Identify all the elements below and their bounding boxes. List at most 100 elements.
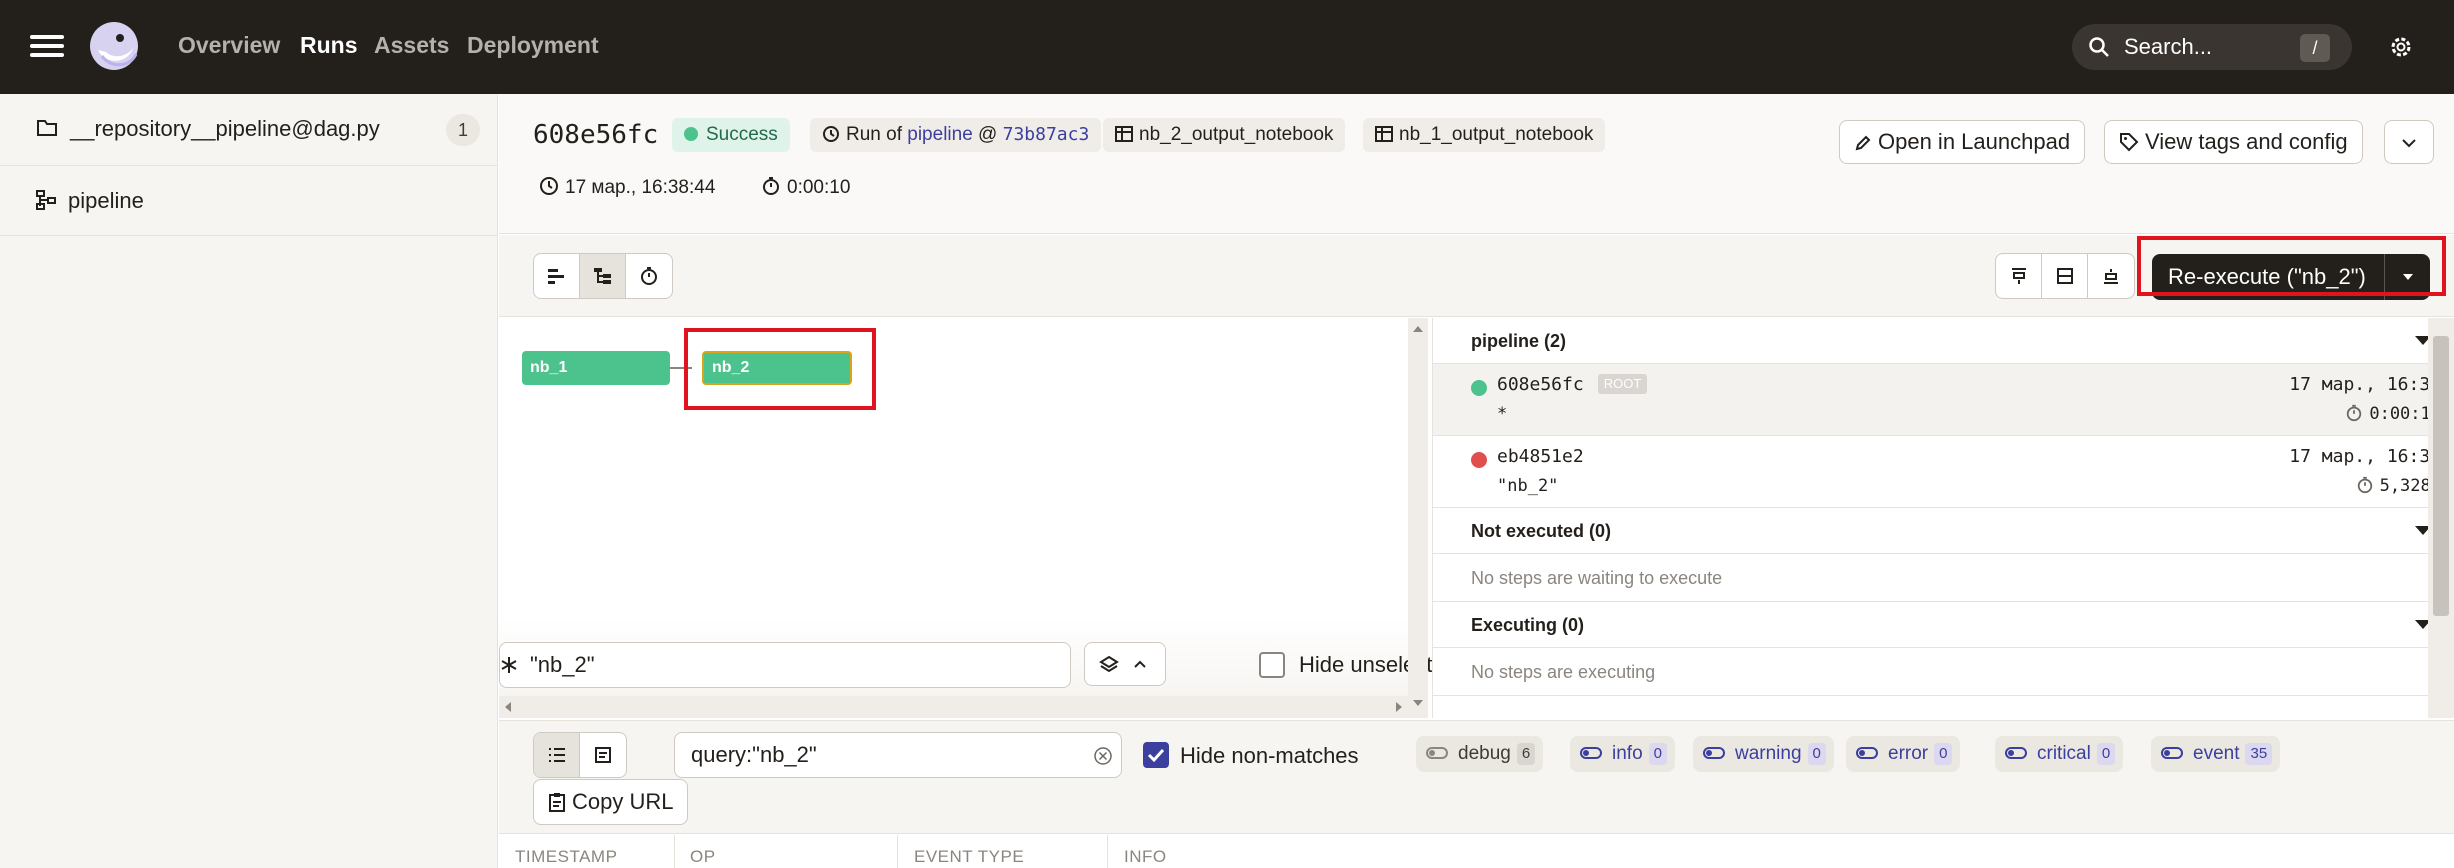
repository-count-badge: 1	[446, 114, 480, 146]
clock-icon	[540, 177, 558, 195]
step-status-panel: pipeline (2) 608e56fc ROOT * 17 мар., 16:…	[1432, 318, 2428, 718]
highlight-box-reexecute	[2137, 236, 2446, 296]
panel-scrollbar[interactable]	[2428, 318, 2454, 718]
expand-logs-button[interactable]	[1996, 254, 2042, 298]
align-top-icon	[2011, 268, 2026, 284]
graph-horizontal-scrollbar[interactable]	[499, 696, 1408, 718]
collapse-caret-icon[interactable]	[2415, 526, 2428, 535]
run-row-time: 17 мар., 16:38	[2289, 374, 2428, 395]
scroll-left-icon[interactable]	[505, 702, 511, 712]
menu-icon[interactable]	[30, 30, 64, 64]
level-filter-error[interactable]: error 0	[1846, 736, 1961, 772]
nav-runs[interactable]: Runs	[300, 32, 358, 59]
timer-icon	[2357, 476, 2372, 494]
structured-logs-button[interactable]	[534, 733, 580, 777]
column-event-type[interactable]: EVENT TYPE	[914, 847, 1024, 867]
pipeline-runs-header[interactable]: pipeline (2)	[1433, 318, 2428, 364]
column-op[interactable]: OP	[690, 847, 716, 867]
collapse-caret-icon[interactable]	[2415, 336, 2428, 345]
column-info[interactable]: INFO	[1124, 847, 1167, 867]
level-filter-info[interactable]: info 0	[1570, 736, 1675, 772]
toggle-icon	[1856, 747, 1878, 759]
copy-url-label: Copy URL	[572, 789, 674, 814]
log-filter-input[interactable]: query:"nb_2"	[674, 732, 1122, 778]
repository-label: __repository__pipeline@dag.py	[70, 116, 380, 141]
gantt-view-button[interactable]	[534, 254, 580, 298]
search-box[interactable]: Search... /	[2072, 24, 2352, 70]
hide-nonmatches-checkbox[interactable]	[1143, 742, 1169, 768]
collapse-caret-icon[interactable]	[2415, 620, 2428, 629]
run-row-id: 608e56fc ROOT	[1497, 374, 1648, 395]
status-label: Success	[706, 124, 778, 145]
column-divider	[897, 835, 898, 868]
nav-overview[interactable]: Overview	[178, 32, 280, 59]
stopwatch-icon	[641, 267, 657, 285]
raw-logs-button[interactable]	[580, 733, 626, 777]
console-icon	[595, 747, 611, 763]
status-badge: Success	[672, 118, 790, 152]
snapshot-link[interactable]: 73b87ac3	[1003, 124, 1090, 145]
column-timestamp[interactable]: TIMESTAMP	[515, 847, 617, 867]
toggle-icon	[1703, 747, 1725, 759]
graph-vertical-scrollbar[interactable]	[1408, 318, 1428, 718]
run-row-duration: 5,328s	[2356, 476, 2428, 496]
scroll-up-icon[interactable]	[1413, 326, 1423, 332]
align-bottom-icon	[2104, 269, 2118, 284]
op-selector-input[interactable]: "nb_2"	[499, 642, 1071, 688]
run-row[interactable]: eb4851e2 "nb_2" 17 мар., 16:39 5,328s	[1433, 436, 2428, 508]
layers-icon	[1099, 655, 1119, 673]
edit-icon	[1855, 135, 1871, 151]
pipeline-link[interactable]: pipeline	[907, 124, 973, 145]
timer-view-button[interactable]	[626, 254, 672, 298]
level-filter-warning[interactable]: warning 0	[1693, 736, 1834, 772]
split-view-button[interactable]	[2042, 254, 2088, 298]
view-tags-button[interactable]: View tags and config	[2104, 120, 2363, 164]
timer-icon	[763, 177, 779, 195]
tag-icon	[2120, 133, 2139, 152]
highlight-box-nb-2	[684, 328, 876, 410]
nav-assets[interactable]: Assets	[374, 32, 449, 59]
at-sign: @	[978, 124, 998, 145]
toggle-icon	[2005, 747, 2027, 759]
not-executed-header-label: Not executed (0)	[1471, 521, 1612, 541]
sidebar-item-pipeline[interactable]: pipeline	[0, 166, 498, 236]
nav-deployment[interactable]: Deployment	[467, 32, 599, 59]
layers-dropdown-button[interactable]	[1084, 642, 1166, 686]
executing-header[interactable]: Executing (0)	[1433, 602, 2428, 648]
expand-graph-button[interactable]	[2088, 254, 2134, 298]
column-divider	[1107, 835, 1108, 868]
copy-url-button[interactable]: Copy URL	[533, 779, 689, 825]
clear-icon[interactable]	[1093, 746, 1113, 766]
start-time: 17 мар., 16:38:44	[539, 176, 715, 199]
asterisk-icon	[501, 657, 517, 673]
log-table-header: TIMESTAMP OP EVENT TYPE INFO	[499, 835, 2454, 868]
open-in-launchpad-button[interactable]: Open in Launchpad	[1839, 120, 2086, 164]
gear-icon[interactable]	[2388, 34, 2414, 60]
scroll-down-icon[interactable]	[1413, 700, 1423, 706]
level-filter-event[interactable]: event 35	[2151, 736, 2281, 772]
level-count: 0	[2096, 743, 2116, 765]
graph-view-button[interactable]	[580, 254, 626, 298]
asset-tag-nb-1[interactable]: nb_1_output_notebook	[1363, 118, 1606, 152]
run-row[interactable]: 608e56fcROOT * 17 мар., 16:38 0:00:10	[1433, 364, 2428, 436]
op-selector-value: "nb_2"	[530, 652, 595, 677]
log-filter-value: query:"nb_2"	[691, 742, 817, 767]
panel-scrollbar-thumb[interactable]	[2433, 336, 2449, 616]
more-actions-button[interactable]	[2384, 120, 2434, 164]
success-dot-icon	[684, 127, 698, 141]
level-filter-critical[interactable]: critical 0	[1995, 736, 2124, 772]
not-executed-header[interactable]: Not executed (0)	[1433, 508, 2428, 554]
scroll-right-icon[interactable]	[1396, 702, 1402, 712]
root-badge: ROOT	[1597, 374, 1648, 394]
asset-tag-nb-2[interactable]: nb_2_output_notebook	[1103, 118, 1346, 152]
run-row-time: 17 мар., 16:39	[2289, 446, 2428, 467]
dagster-logo[interactable]	[84, 16, 144, 76]
split-icon	[2056, 268, 2073, 284]
repository-item[interactable]: __repository__pipeline@dag.py 1	[0, 94, 498, 166]
hide-unselected-checkbox[interactable]	[1259, 652, 1285, 678]
clipboard-icon	[549, 793, 565, 812]
start-time-label: 17 мар., 16:38:44	[565, 177, 716, 198]
level-filter-debug[interactable]: debug 6	[1416, 736, 1544, 772]
column-divider	[674, 835, 675, 868]
graph-node-nb-1[interactable]: nb_1	[522, 351, 670, 385]
